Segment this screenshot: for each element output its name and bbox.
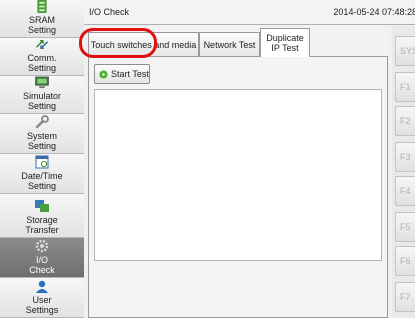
sidebar-item-label: Check	[29, 265, 55, 275]
sidebar-item-label: Setting	[27, 25, 57, 35]
fkey-label: F3	[400, 152, 411, 162]
sram-icon	[37, 0, 47, 13]
fkey-label: F4	[400, 186, 411, 196]
sidebar-item-io-check[interactable]: I/O Check	[0, 238, 84, 278]
sidebar-item-label: Setting	[27, 141, 57, 151]
fkey-label: SYS	[400, 46, 415, 56]
f3-key[interactable]: F3	[395, 142, 415, 172]
title-bar: I/O Check 2014-05-24 07:48:28	[84, 0, 415, 25]
wrench-icon	[35, 115, 49, 129]
play-circle-icon	[99, 69, 108, 79]
sidebar-item-sram-setting[interactable]: SRAM Setting	[0, 0, 84, 38]
tab-network-test[interactable]: Network Test	[199, 32, 260, 56]
transfer-icon	[35, 200, 49, 212]
sidebar-item-label: Transfer	[25, 225, 59, 235]
sidebar: SRAM Setting Comm. Setting Simulator Set…	[0, 0, 84, 318]
f7-key[interactable]: F7	[395, 282, 415, 312]
sidebar-item-label: I/O	[35, 255, 48, 265]
sidebar-item-label: Setting	[27, 101, 57, 111]
start-test-button[interactable]: Start Test	[94, 64, 150, 84]
user-icon	[36, 280, 48, 293]
sidebar-item-system-setting[interactable]: System Setting	[0, 114, 84, 154]
sidebar-item-label: Settings	[25, 305, 59, 315]
test-result-output	[94, 89, 382, 261]
tab-label: Network Test	[203, 39, 256, 50]
comm-arrows-icon	[35, 40, 49, 49]
f4-key[interactable]: F4	[395, 176, 415, 206]
sidebar-item-label: Date/Time	[21, 171, 63, 181]
sidebar-item-label: Setting	[27, 63, 57, 73]
calendar-icon	[35, 155, 49, 169]
sidebar-item-label: System	[26, 131, 57, 141]
sidebar-item-label: User	[32, 295, 52, 305]
sidebar-item-storage-transfer[interactable]: Storage Transfer	[0, 194, 84, 238]
main-panel: Touch switches and media Network Test Du…	[88, 26, 388, 318]
fkey-label: F6	[400, 256, 411, 266]
datetime-display: 2014-05-24 07:48:28	[333, 7, 415, 17]
fkey-label: F1	[400, 82, 411, 92]
function-key-bar: SYS F1 F2 F3 F4 F5 F6 F7	[392, 26, 415, 318]
duplicate-ip-test-panel: Start Test	[88, 56, 388, 318]
sidebar-item-label: Storage	[26, 215, 58, 225]
sidebar-item-comm-setting[interactable]: Comm. Setting	[0, 38, 84, 76]
sidebar-item-simulator-setting[interactable]: Simulator Setting	[0, 76, 84, 114]
sidebar-item-label: Simulator	[22, 91, 61, 101]
f2-key[interactable]: F2	[395, 106, 415, 136]
page-title: I/O Check	[89, 7, 130, 17]
tab-duplicate-ip-test[interactable]: Duplicate IP Test	[260, 28, 310, 57]
sys-key[interactable]: SYS	[395, 36, 415, 66]
sidebar-item-datetime-setting[interactable]: Date/Time Setting	[0, 154, 84, 194]
highlight-ring	[79, 28, 157, 58]
tab-label: IP Test	[271, 43, 299, 53]
f1-key[interactable]: F1	[395, 72, 415, 102]
start-test-label: Start Test	[111, 69, 149, 79]
f5-key[interactable]: F5	[395, 212, 415, 242]
fkey-label: F5	[400, 222, 411, 232]
sidebar-item-user-settings[interactable]: User Settings	[0, 278, 84, 318]
sidebar-item-label: Setting	[27, 181, 57, 191]
gear-icon	[35, 239, 49, 253]
fkey-label: F2	[400, 116, 411, 126]
sidebar-item-label: SRAM	[28, 15, 55, 25]
tab-label: Duplicate	[266, 33, 304, 43]
sidebar-item-label: Comm.	[27, 53, 57, 63]
f6-key[interactable]: F6	[395, 246, 415, 276]
fkey-label: F7	[400, 292, 411, 302]
monitor-icon	[35, 76, 49, 89]
